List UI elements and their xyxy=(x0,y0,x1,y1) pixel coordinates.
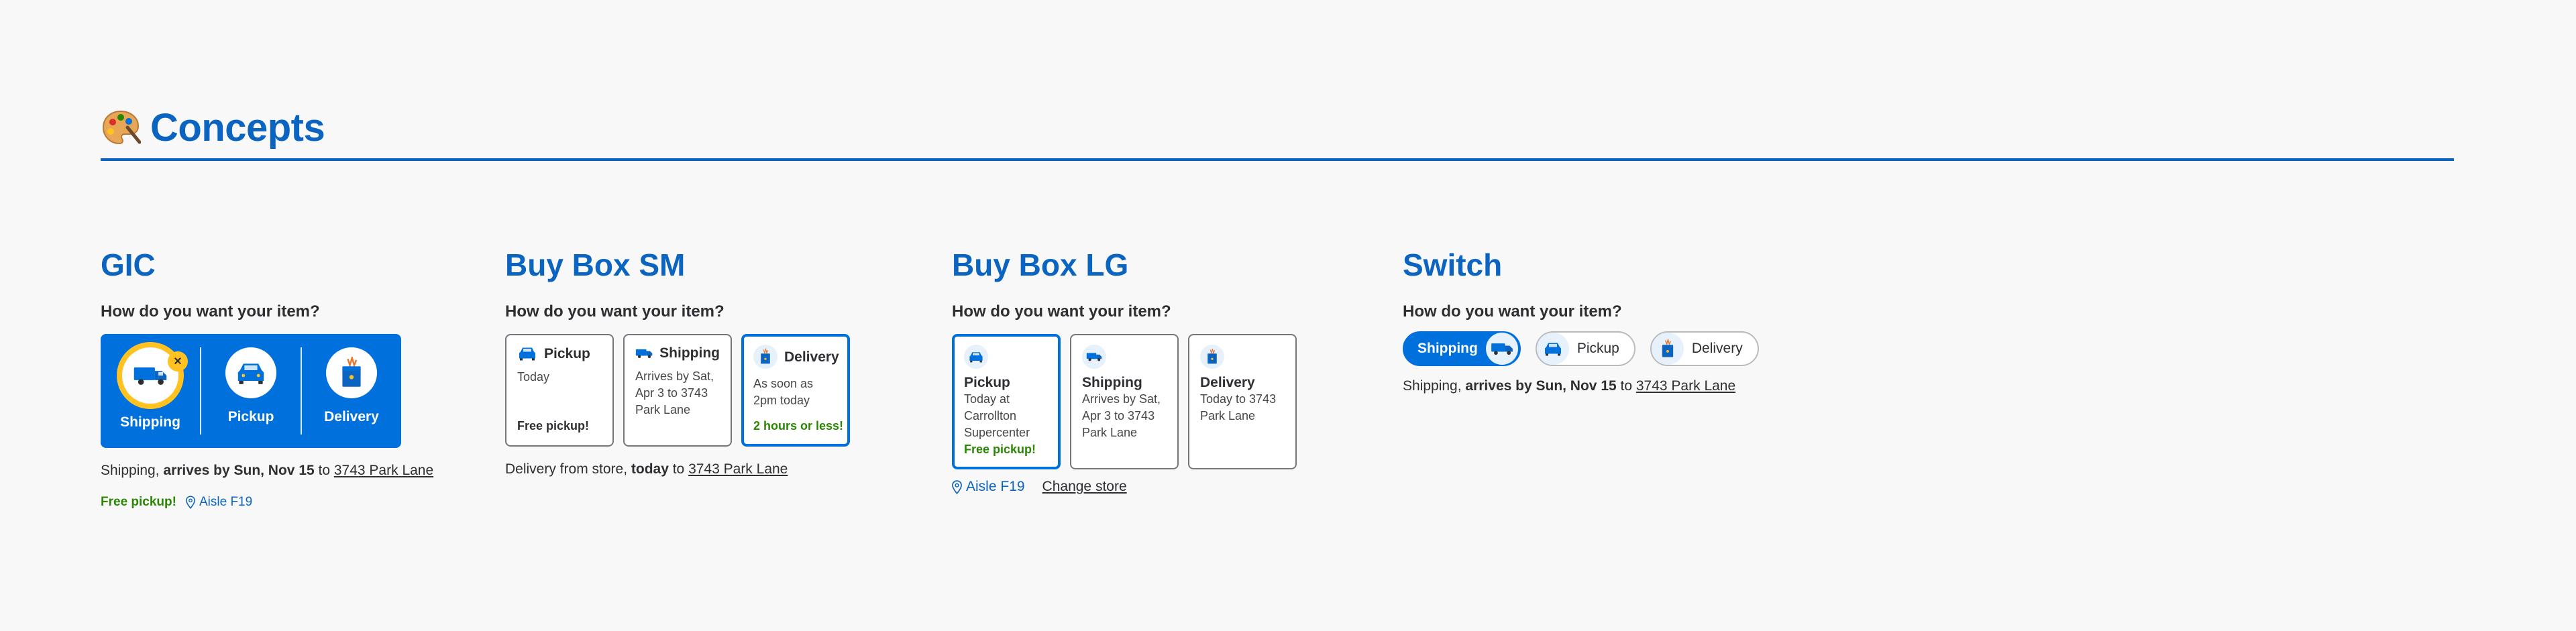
store-info: Aisle F19 Change store xyxy=(952,479,1297,495)
location-pin-icon xyxy=(952,479,962,494)
truck-icon xyxy=(635,349,653,358)
gic-label-shipping: Shipping xyxy=(120,414,180,430)
gic-option-pickup[interactable]: Pickup xyxy=(200,347,301,435)
gic-selector: Shipping Pickup Delivery × xyxy=(101,334,401,448)
bag-icon xyxy=(342,357,361,387)
tile-shipping[interactable]: Shipping Arrives by Sat, Apr 3 to 3743 P… xyxy=(1070,334,1179,469)
free-pickup-text: Free pickup! xyxy=(101,495,176,509)
fulfillment-question: How do you want your item? xyxy=(1403,302,1622,321)
header-divider xyxy=(101,158,2454,161)
tile-pickup[interactable]: Pickup Today Free pickup! xyxy=(505,334,614,447)
pill-icon-circle xyxy=(1536,333,1569,365)
bag-icon xyxy=(1662,339,1674,357)
concept-switch: Switch How do you want your item? Shippi… xyxy=(1403,245,1759,394)
tile-subtext: Today to 3743 Park Lane xyxy=(1200,392,1277,422)
gic-option-shipping[interactable]: Shipping xyxy=(101,334,200,448)
pill-label: Pickup xyxy=(1576,341,1619,356)
tile-subtext: Arrives by Sat, Apr 3 to 3743 Park Lane xyxy=(635,369,714,416)
icon-circle xyxy=(753,345,777,369)
summary-date: arrives by Sun, Nov 15 xyxy=(163,463,315,478)
tile-subtext: As soon as 2pm today xyxy=(753,377,814,407)
icon-circle xyxy=(1082,345,1106,369)
concept-gic: GIC How do you want your item? Shipping xyxy=(101,245,433,510)
bag-icon xyxy=(1208,349,1217,364)
pill-pickup[interactable]: Pickup xyxy=(1535,331,1635,366)
aisle-text: Aisle F19 xyxy=(199,495,253,509)
page-title: Concepts xyxy=(150,105,325,150)
location-pin-icon xyxy=(186,496,195,509)
tile-name: Shipping xyxy=(1082,375,1142,390)
aisle-indicator: Aisle F19 xyxy=(186,495,252,510)
gic-circle-pickup xyxy=(225,347,276,398)
pill-label: Shipping xyxy=(1417,341,1478,356)
summary-prefix: Shipping, xyxy=(1403,378,1466,394)
fulfillment-question: How do you want your item? xyxy=(505,302,724,321)
icon-circle xyxy=(1200,345,1224,369)
bag-icon xyxy=(761,348,770,364)
tile-footer: 2 hours or less! xyxy=(753,419,844,433)
tile-name: Shipping xyxy=(659,345,720,361)
pill-label: Delivery xyxy=(1691,341,1743,356)
tile-subtext: Today xyxy=(517,370,550,384)
concept-title: GIC xyxy=(101,247,156,282)
truck-icon xyxy=(1491,343,1513,355)
close-icon[interactable]: × xyxy=(168,351,188,371)
car-icon xyxy=(1544,343,1561,356)
concept-title: Switch xyxy=(1403,247,1503,282)
gic-option-delivery[interactable]: Delivery xyxy=(301,347,401,435)
address-link[interactable]: 3743 Park Lane xyxy=(688,461,788,477)
tile-delivery[interactable]: Delivery Today to 3743 Park Lane xyxy=(1188,334,1297,469)
gic-label-pickup: Pickup xyxy=(227,409,274,424)
tile-footer: Free pickup! xyxy=(964,443,1036,456)
pill-delivery[interactable]: Delivery xyxy=(1650,331,1759,366)
change-store-link[interactable]: Change store xyxy=(1042,479,1127,495)
tile-subtext: Arrives by Sat, Apr 3 to 3743 Park Lane xyxy=(1082,392,1161,439)
concept-buybox-lg: Buy Box LG How do you want your item? Pi… xyxy=(952,245,1297,495)
summary-to: to xyxy=(314,463,334,478)
gic-label-delivery: Delivery xyxy=(324,409,379,424)
summary-date: today xyxy=(631,461,669,477)
truck-icon xyxy=(133,367,167,385)
tile-shipping[interactable]: Shipping Arrives by Sat, Apr 3 to 3743 P… xyxy=(623,334,732,447)
pill-icon-circle xyxy=(1485,333,1518,365)
truck-icon xyxy=(1086,353,1102,361)
summary-prefix: Delivery from store, xyxy=(505,461,631,477)
aisle-text: Aisle F19 xyxy=(966,479,1025,494)
aisle-indicator: Aisle F19 xyxy=(952,479,1025,495)
tile-name: Delivery xyxy=(1200,375,1255,390)
car-icon xyxy=(519,347,535,361)
tile-name: Delivery xyxy=(784,349,839,365)
address-link[interactable]: 3743 Park Lane xyxy=(334,463,433,478)
concept-title: Buy Box LG xyxy=(952,247,1129,282)
gic-extra-info: Free pickup! Aisle F19 xyxy=(101,495,433,510)
pill-icon-circle xyxy=(1651,333,1684,365)
tile-name: Pickup xyxy=(544,345,590,361)
gic-circle-delivery xyxy=(326,347,377,398)
summary-to: to xyxy=(668,461,689,477)
fulfillment-summary: Shipping, arrives by Sun, Nov 15 to 3743… xyxy=(1403,378,1759,394)
summary-to: to xyxy=(1616,378,1636,394)
tile-subtext: Today at Carrollton Supercenter xyxy=(964,392,1030,439)
fulfillment-question: How do you want your item? xyxy=(952,302,1171,321)
concept-title: Buy Box SM xyxy=(505,247,686,282)
icon-circle xyxy=(964,345,988,369)
car-icon xyxy=(237,363,264,384)
car-icon xyxy=(969,352,983,363)
summary-date: arrives by Sun, Nov 15 xyxy=(1465,378,1617,394)
fulfillment-summary: Shipping, arrives by Sun, Nov 15 to 3743… xyxy=(101,463,433,479)
tile-name: Pickup xyxy=(964,375,1010,390)
tile-footer: Free pickup! xyxy=(517,419,590,433)
switch-pill-group: Shipping Pickup Delivery xyxy=(1403,331,1759,366)
fulfillment-summary: Delivery from store, today to 3743 Park … xyxy=(505,461,850,477)
palette-icon xyxy=(101,107,142,148)
pill-shipping[interactable]: Shipping xyxy=(1403,331,1521,366)
tile-delivery[interactable]: Delivery As soon as 2pm today 2 hours or… xyxy=(741,334,850,447)
concept-buybox-sm: Buy Box SM How do you want your item? Pi… xyxy=(505,245,850,477)
page-header: Concepts xyxy=(101,101,2454,161)
address-link[interactable]: 3743 Park Lane xyxy=(1636,378,1735,394)
tile-pickup[interactable]: Pickup Today at Carrollton Supercenter F… xyxy=(952,334,1061,469)
fulfillment-question: How do you want your item? xyxy=(101,302,320,321)
summary-prefix: Shipping, xyxy=(101,463,164,478)
